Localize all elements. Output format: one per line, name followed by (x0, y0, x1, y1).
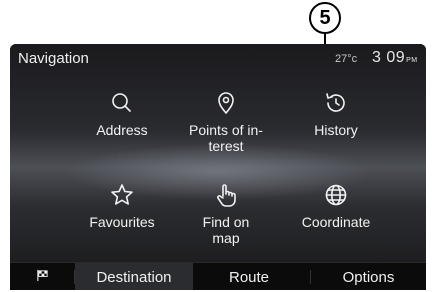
navigation-screen: Navigation 27°c 3 09PM Address Points of… (10, 44, 426, 290)
callout-marker: 5 (309, 2, 351, 48)
coordinate-button[interactable]: Coordinate (276, 182, 396, 230)
history-label: History (314, 122, 358, 138)
history-icon (323, 90, 349, 116)
favourites-label: Favourites (89, 214, 155, 230)
page-title: Navigation (18, 50, 89, 67)
history-button[interactable]: History (276, 90, 396, 138)
star-icon (109, 182, 135, 208)
tab-destination[interactable]: Destination (75, 263, 193, 290)
flag-icon (36, 269, 49, 286)
favourites-button[interactable]: Favourites (62, 182, 182, 230)
find-on-map-button[interactable]: Find on map (166, 182, 286, 246)
find-on-map-label: Find on map (202, 214, 250, 246)
search-icon (109, 90, 135, 116)
clock-ampm: PM (406, 57, 418, 64)
flag-tab[interactable] (10, 263, 74, 290)
hand-pointer-icon (213, 182, 239, 208)
callout-number: 5 (309, 2, 341, 34)
points-of-interest-label: Points of in- terest (189, 122, 263, 154)
points-of-interest-button[interactable]: Points of in- terest (166, 90, 286, 154)
tab-route[interactable]: Route (193, 263, 305, 290)
coordinate-label: Coordinate (301, 214, 371, 230)
address-label: Address (96, 122, 148, 138)
status-bar: Navigation 27°c 3 09PM (10, 44, 426, 72)
clock: 3 09PM (372, 49, 418, 67)
address-button[interactable]: Address (62, 90, 182, 138)
bottom-tab-bar: Destination Route Options (10, 262, 426, 290)
tab-options[interactable]: Options (311, 263, 426, 290)
screen-background (10, 44, 426, 290)
map-pin-icon (213, 90, 239, 116)
temperature-readout: 27°c (335, 53, 358, 65)
clock-time: 3 09 (372, 49, 406, 66)
globe-icon (323, 182, 349, 208)
